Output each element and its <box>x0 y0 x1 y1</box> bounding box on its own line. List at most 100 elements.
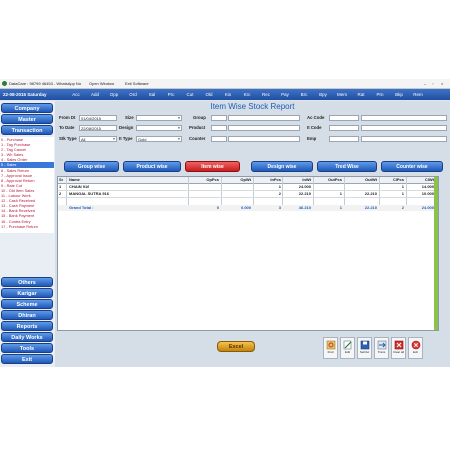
exit-button[interactable]: Exit <box>408 337 423 359</box>
sidebar-company-button[interactable]: Company <box>1 103 53 113</box>
sidebar-others-button[interactable]: Others <box>1 277 53 287</box>
nav-prc[interactable]: Prc <box>162 89 180 100</box>
exit-icon <box>411 340 420 350</box>
sidebar-dhiran-button[interactable]: Dhiran <box>1 310 53 320</box>
total-op-wt: 0.000 <box>240 205 251 210</box>
item-code-label: It Code <box>307 125 322 130</box>
column-header-name: Name <box>69 177 80 182</box>
nav-opp[interactable]: Opp <box>105 89 123 100</box>
sidebar-karigar-button[interactable]: Karigar <box>1 288 53 298</box>
trans-button[interactable]: Trans <box>374 337 389 359</box>
action-bar: Excel Find Edit SetOut Trans Clear all E… <box>55 333 450 367</box>
transfer-icon <box>377 340 386 350</box>
nav-rec[interactable]: Rec <box>257 89 275 100</box>
ac-name-input[interactable] <box>361 115 447 121</box>
sidebar-reports-button[interactable]: Reports <box>1 321 53 331</box>
find-button[interactable]: Find <box>323 337 338 359</box>
row-name: CHAIN 916 <box>69 184 90 189</box>
tab-design-wise[interactable]: Design wise <box>251 161 313 172</box>
menu-item-datacare[interactable]: DataCare : 98799 46453 - WhatsApp No <box>9 79 81 88</box>
design-select[interactable]: ▼ <box>136 125 182 131</box>
item-name-input[interactable] <box>361 125 447 131</box>
report-panel: Item Wise Stock Report From Dt 01/04/201… <box>55 101 450 367</box>
sidebar-scheme-button[interactable]: Scheme <box>1 299 53 309</box>
tab-counter-wise[interactable]: Counter wise <box>381 161 443 172</box>
column-header-sr: Sr <box>59 177 64 182</box>
chevron-down-icon: ▼ <box>177 126 181 130</box>
sidebar-transaction-button[interactable]: Transaction <box>1 125 53 135</box>
nav-brc[interactable]: Brc <box>295 89 313 100</box>
row-sr: 2 <box>59 191 62 196</box>
group-code-input[interactable] <box>211 115 227 121</box>
menu-item-exit-software[interactable]: Exit Software <box>125 79 149 88</box>
nav-cut[interactable]: Cut <box>181 89 199 100</box>
nav-rat[interactable]: Rat <box>352 89 370 100</box>
sidebar-exit-button[interactable]: Exit <box>1 354 53 364</box>
grand-total-row: Grand Total : 0 0.000 3 46.210 1 22.210 … <box>58 205 438 211</box>
product-code-input[interactable] <box>211 125 227 131</box>
item-code-input[interactable] <box>329 125 359 131</box>
nav-bpy[interactable]: Bpy <box>314 89 332 100</box>
nav-mem[interactable]: Mem <box>333 89 351 100</box>
maximize-icon[interactable]: ▫ <box>432 79 433 88</box>
excel-export-button[interactable]: Excel <box>217 341 255 352</box>
group-name-input[interactable] <box>228 115 300 121</box>
nav-ord[interactable]: Ord <box>124 89 142 100</box>
edit-button[interactable]: Edit <box>340 337 355 359</box>
nav-rem[interactable]: Rem <box>409 89 427 100</box>
from-date-input[interactable]: 01/04/2015 <box>79 115 117 121</box>
grid-scrollbar[interactable] <box>434 177 438 330</box>
row-sr: 1 <box>59 184 62 189</box>
page-title: Item Wise Stock Report <box>210 102 295 111</box>
counter-name-input[interactable] <box>228 136 300 142</box>
row-in-pcs: 1 <box>278 184 281 189</box>
product-name-input[interactable] <box>228 125 300 131</box>
column-header-in-pcs: InPcs <box>270 177 281 182</box>
nav-krc[interactable]: Krc <box>238 89 256 100</box>
nav-acc[interactable]: Acc <box>67 89 85 100</box>
setout-button[interactable]: SetOut <box>357 337 372 359</box>
minimize-icon[interactable]: – <box>424 79 426 88</box>
tab-item-wise[interactable]: Item wise <box>185 161 240 172</box>
nav-old[interactable]: Old <box>200 89 218 100</box>
size-select[interactable]: ▼ <box>136 115 182 121</box>
chevron-down-icon: ▼ <box>177 137 181 141</box>
sidebar: Company Master Transaction 0 - Purchase … <box>0 101 55 367</box>
tab-group-wise[interactable]: Group wise <box>64 161 119 172</box>
find-icon <box>326 340 335 350</box>
row-cl-pcs: 1 <box>401 191 404 196</box>
item-type-value: Gold <box>138 137 147 142</box>
item-type-select[interactable]: Gold ▼ <box>136 136 182 142</box>
to-date-label: To Date <box>59 125 75 130</box>
close-window-icon[interactable]: × <box>441 79 443 88</box>
stock-grid[interactable]: Sr Name OpPcs OpWt InPcs InWt OutPcs Out… <box>57 176 439 331</box>
to-date-input[interactable]: 22/08/2015 <box>79 125 117 131</box>
sidebar-daily-works-button[interactable]: Daily Works <box>1 332 53 342</box>
tab-tred-wise[interactable]: Tred Wise <box>317 161 377 172</box>
clear-all-label: Clear all <box>392 350 404 354</box>
nav-sal[interactable]: Sal <box>143 89 161 100</box>
sidebar-tools-button[interactable]: Tools <box>1 343 53 353</box>
ac-code-label: Ac Code <box>307 115 325 120</box>
counter-code-input[interactable] <box>211 136 227 142</box>
setout-label: SetOut <box>359 350 370 354</box>
nav-kis[interactable]: Kis <box>219 89 237 100</box>
stock-type-select[interactable]: All ▼ <box>79 136 117 142</box>
employee-name-input[interactable] <box>361 136 447 142</box>
sidebar-master-button[interactable]: Master <box>1 114 53 124</box>
row-cl-pcs: 1 <box>401 184 404 189</box>
menu-item-open-window[interactable]: Open Window <box>89 79 114 88</box>
from-date-label: From Dt <box>59 115 76 120</box>
nav-prn[interactable]: Prn <box>371 89 389 100</box>
nav-pay[interactable]: Pay <box>276 89 294 100</box>
employee-code-input[interactable] <box>329 136 359 142</box>
grand-total-label: Grand Total : <box>69 205 94 210</box>
list-item[interactable]: 17 - Purchase Return <box>0 224 54 229</box>
ac-code-input[interactable] <box>329 115 359 121</box>
tab-product-wise[interactable]: Product wise <box>123 161 181 172</box>
clear-all-button[interactable]: Clear all <box>391 337 406 359</box>
nav-add[interactable]: Add <box>86 89 104 100</box>
nav-bkp[interactable]: Bkp <box>390 89 408 100</box>
transaction-list: 0 - Purchase 1 - Tag Purchase 2 - Tag Ca… <box>0 137 54 233</box>
row-in-wt: 24.000 <box>298 184 311 189</box>
